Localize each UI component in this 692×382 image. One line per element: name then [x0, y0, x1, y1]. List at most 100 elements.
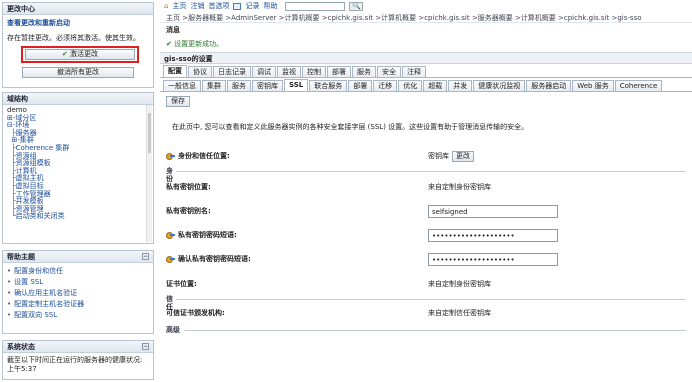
change-center-title: 更改中心	[3, 3, 153, 15]
success-message-text: 设置更新成功。	[174, 40, 224, 48]
help-topic-item: 确认应用主机名验证	[3, 288, 153, 299]
collapse-icon[interactable]: −	[142, 343, 149, 350]
advanced-section-divider[interactable]: — ▶ 高级	[166, 326, 686, 334]
advanced-section-text[interactable]: 高级	[166, 326, 183, 334]
help-topic-link[interactable]: 配置双向 SSL	[14, 311, 57, 319]
tab-item[interactable]: Coherence	[614, 80, 663, 91]
key-icon	[166, 152, 175, 160]
main-content: ⌂ 主页 注销 首选项 记录 帮助 🔍 主页 >服务器概要 >AdminServ…	[160, 0, 692, 382]
tab-item[interactable]: Web 服务	[572, 80, 614, 91]
help-topics-title-text: 帮助主题	[7, 253, 35, 261]
tab-item[interactable]: 监视	[277, 66, 301, 77]
tab-item[interactable]: SSL	[284, 79, 309, 91]
ssl-form: 身份和信任位置: 密钥库更改 — 身份 私有密钥位置: 来自定制身份密钥库 私有…	[160, 146, 692, 346]
trust-section-label: — 信任	[166, 295, 176, 311]
identity-trust-label-text: 身份和信任位置:	[178, 152, 230, 160]
settings-title: gis-sso的设置	[160, 52, 692, 64]
home-link[interactable]: 主页	[172, 1, 186, 11]
preferences-link[interactable]: 首选项	[208, 1, 229, 11]
pk-location-label: 私有密钥位置:	[166, 183, 211, 191]
help-topic-item: 配置定制主机名验证器	[3, 299, 153, 310]
change-center-panel: 更改中心 查看更改和重新启动 存在暂挂更改。必须将其激活。使其生效。 ✔ 激活更…	[2, 2, 154, 88]
undo-all-changes-button[interactable]: 撤消所有更改	[22, 67, 134, 78]
tab-item[interactable]: 安全	[377, 66, 401, 77]
domain-tree-item[interactable]: └启动类和关闭类	[7, 213, 149, 221]
pk-alias-label: 私有密钥别名:	[166, 207, 211, 215]
trusted-ca-value: 来自定制信任密钥库	[428, 309, 491, 317]
tab-item[interactable]: 日志记录	[213, 66, 251, 77]
domain-tree: demo ⊞-域分区 ⊟-环境 ├服务器 ⊞-集群 ├Coherence 集群 ├资…	[3, 105, 153, 223]
tab-item[interactable]: 密钥库	[252, 80, 283, 91]
help-topic-item: 配置身份和信任	[3, 266, 153, 277]
help-topic-link[interactable]: 确认应用主机名验证	[14, 289, 77, 297]
tab-item[interactable]: 一般信息	[163, 80, 201, 91]
main-tabs: 配置 协议 日志记录 调试 监视 控制 部署 服务 安全 注释	[160, 64, 692, 78]
tab-item[interactable]: 调试	[252, 66, 276, 77]
pk-confirm-input[interactable]: ••••••••••••••••••••	[428, 252, 558, 266]
identity-trust-row: 身份和信任位置: 密钥库 更改	[166, 146, 686, 166]
tab-item[interactable]: 服务	[227, 80, 251, 91]
success-message: ✔ 设置更新成功。	[166, 39, 686, 49]
record-icon	[233, 2, 242, 10]
tab-item[interactable]: 并发	[448, 80, 473, 91]
key-icon	[166, 255, 175, 263]
help-topics-list: 配置身份和信任设置 SSL 确认应用主机名验证配置定制主机名验证器配置双向 SSL	[3, 263, 153, 321]
tab-item[interactable]: 部署	[348, 80, 373, 91]
logout-link[interactable]: 注销	[190, 1, 204, 11]
collapse-icon[interactable]: −	[142, 253, 149, 260]
tab-item[interactable]: 注释	[402, 66, 426, 77]
activate-changes-label: 激活更改	[70, 50, 99, 58]
tab-item[interactable]: 服务器启动	[526, 80, 572, 91]
tab-item[interactable]: 优化	[398, 80, 423, 91]
help-topic-link[interactable]: 设置 SSL	[14, 278, 43, 286]
advanced-section-label[interactable]: — ▶ 高级	[166, 326, 184, 334]
tab-item[interactable]: 健康状况监视	[473, 80, 526, 91]
key-icon	[166, 231, 175, 239]
help-topic-item: 设置 SSL	[3, 277, 153, 288]
tab-item[interactable]: 超载	[423, 80, 448, 91]
tab-item[interactable]: 部署	[327, 66, 351, 77]
tab-item[interactable]: 联合服务	[309, 80, 348, 91]
cert-location-row: 证书位置: 来自定制身份密钥库	[166, 274, 686, 294]
pk-pass-label: 私有密钥密码短语:	[166, 230, 416, 240]
pk-pass-label-text: 私有密钥密码短语:	[178, 231, 237, 239]
identity-trust-value: 密钥库	[428, 152, 449, 160]
pk-confirm-label-text: 确认私有密钥密码短语:	[178, 255, 251, 263]
check-icon: ✔	[166, 40, 175, 48]
app-window: 更改中心 查看更改和重新启动 存在暂挂更改。必须将其激活。使其生效。 ✔ 激活更…	[0, 0, 692, 382]
intro-text: 在此页中, 您可以查看和定义此服务器实例的各种安全套接字层 (SSL) 设置。这…	[172, 123, 529, 131]
change-button[interactable]: 更改	[452, 150, 474, 162]
tree-scroll-thumb[interactable]	[148, 113, 151, 153]
activate-changes-button[interactable]: ✔ 激活更改	[25, 49, 135, 60]
messages-title: 消息	[166, 26, 180, 34]
tab-item[interactable]: 服务	[352, 66, 376, 77]
tab-item[interactable]: 配置	[163, 65, 187, 77]
system-status-panel: 系统状态 − 截至以下时间正在运行的服务器的健康状况: 上午5:37	[2, 340, 154, 380]
help-topic-link[interactable]: 配置身份和信任	[14, 267, 63, 275]
tab-item[interactable]: 集群	[202, 80, 226, 91]
tab-item[interactable]: 控制	[302, 66, 326, 77]
domain-structure-title: 域结构	[3, 93, 153, 105]
search-input[interactable]	[285, 1, 346, 11]
tab-item[interactable]: 协议	[188, 66, 212, 77]
pk-pass-input[interactable]: ••••••••••••••••••••	[428, 228, 558, 242]
tree-scrollbar[interactable]	[146, 105, 152, 242]
pk-location-value: 来自定制身份密钥库	[428, 183, 491, 191]
tab-item[interactable]: 迁移	[373, 80, 398, 91]
help-link[interactable]: 帮助	[263, 1, 277, 11]
trusted-ca-label: 可信证书颁发机构:	[166, 309, 225, 317]
help-topic-link[interactable]: 配置定制主机名验证器	[14, 300, 84, 308]
save-button[interactable]: 保存	[166, 96, 190, 107]
help-topic-item: 配置双向 SSL	[3, 310, 153, 321]
view-changes-link[interactable]: 查看更改和重新启动	[7, 18, 149, 28]
pk-alias-input[interactable]: selfsigned	[428, 204, 558, 218]
pk-pass-row: 私有密钥密码短语: ••••••••••••••••••••	[166, 225, 686, 245]
pk-location-row: 私有密钥位置: 来自定制身份密钥库	[166, 177, 686, 197]
search-icon[interactable]: 🔍	[349, 1, 364, 11]
identity-section-divider: — 身份	[166, 167, 686, 183]
record-link[interactable]: 记录	[245, 1, 259, 11]
top-nav: ⌂ 主页 注销 首选项 记录 帮助 🔍	[160, 0, 692, 12]
system-status-text: 截至以下时间正在运行的服务器的健康状况: 上午5:37	[7, 356, 143, 373]
breadcrumb: 主页 >服务器概要 >AdminServer >计算机概要 >cpichk.gi…	[160, 12, 692, 23]
identity-section-label: — 身份	[166, 167, 176, 183]
